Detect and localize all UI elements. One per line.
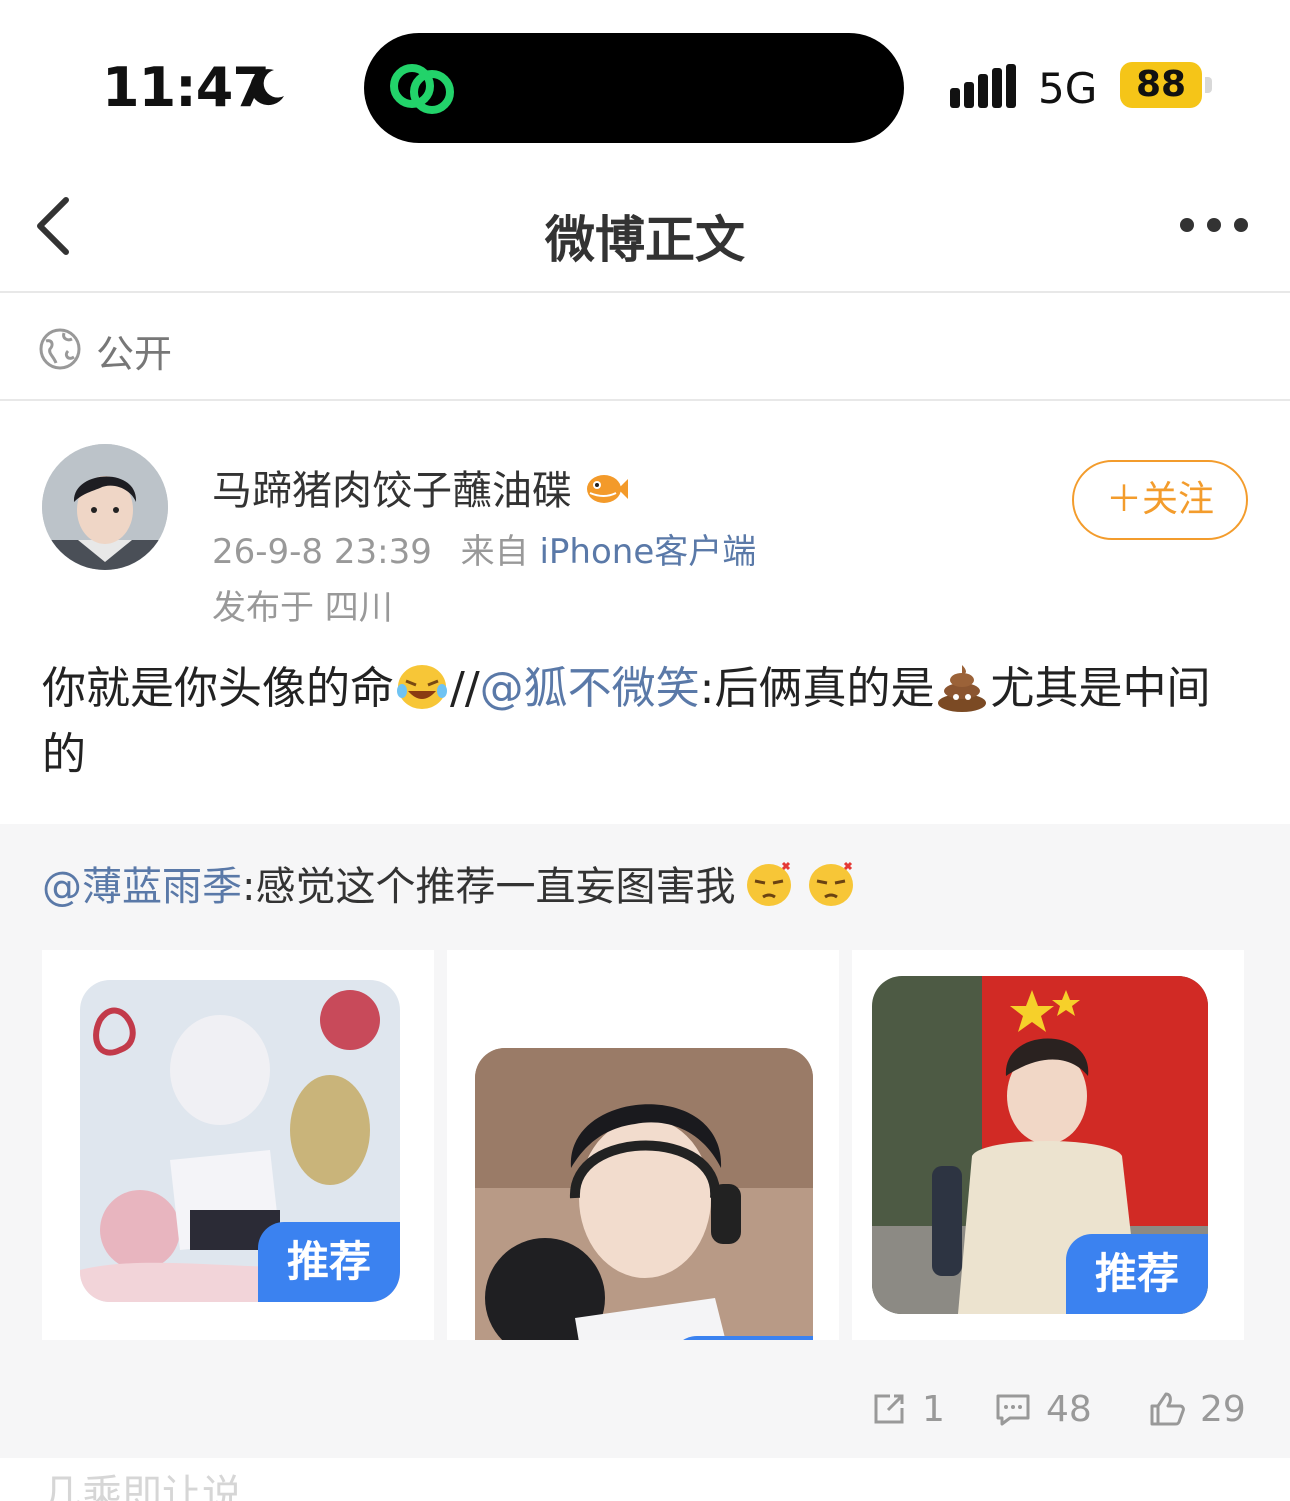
author-name[interactable]: 马蹄猪肉饺子蘸油碟	[212, 458, 572, 516]
network-type: 5G	[1038, 64, 1098, 113]
repost-count: 1	[922, 1388, 945, 1430]
avatar-image	[42, 444, 168, 570]
repost-action[interactable]: 1	[870, 1384, 945, 1434]
visibility-label: 公开	[96, 332, 173, 376]
nav-bar: 微博正文	[0, 160, 1290, 293]
battery-tip	[1205, 77, 1212, 93]
page-title: 微博正文	[545, 211, 745, 269]
comment-action[interactable]: 48	[994, 1384, 1092, 1434]
status-bar: 11:47 5G 88	[0, 0, 1290, 160]
fish-badge-icon	[587, 475, 628, 503]
annoyed-emoji-icon	[747, 861, 792, 906]
comment-icon	[996, 1394, 1030, 1426]
post-source[interactable]: iPhone客户端	[539, 532, 756, 572]
anime-artwork-image: 推荐	[80, 980, 400, 1302]
repost-separator: //	[450, 663, 480, 714]
like-action[interactable]: 29	[1148, 1384, 1246, 1434]
post-meta: 26-9-8 23:39 来自 iPhone客户端	[212, 524, 756, 573]
avatar[interactable]	[42, 444, 168, 570]
recommend-tag: 推荐	[258, 1222, 400, 1302]
post-location: 发布于 四川	[212, 588, 393, 628]
next-section-ghost-text: 几乘即让说	[42, 1472, 242, 1501]
laughing-tears-emoji-icon	[397, 665, 447, 709]
repost-image-1[interactable]: 推荐	[42, 950, 434, 1340]
globe-icon	[39, 328, 81, 370]
follow-button[interactable]: ＋关注	[1072, 460, 1248, 540]
flag-portrait-image: 推荐	[872, 976, 1208, 1314]
signal-icon	[950, 64, 1016, 108]
post-text-part-2: :后俩真的是	[699, 663, 935, 714]
more-dots-icon[interactable]	[1176, 214, 1252, 236]
recommend-tag: 推荐	[1066, 1234, 1208, 1314]
thumbs-up-icon	[1150, 1392, 1185, 1426]
mention-link[interactable]: @狐不微笑	[480, 663, 700, 714]
poop-emoji-icon	[938, 665, 987, 712]
comment-count: 48	[1046, 1388, 1092, 1430]
headphones-portrait-image: 推荐	[475, 1048, 813, 1340]
post-date: 26-9-8 23:39	[212, 532, 432, 572]
post-text: 你就是你头像的命 //@狐不微笑:后俩真的是 尤其是中间的	[42, 656, 1242, 788]
share-icon	[874, 1394, 904, 1424]
status-time: 11:47	[102, 56, 270, 119]
post-text-part-1: 你就是你头像的命	[42, 663, 394, 714]
repost-mention-link[interactable]: @薄蓝雨季	[42, 854, 242, 912]
source-prefix: 来自	[460, 532, 529, 572]
repost-image-2[interactable]: 推荐	[447, 950, 839, 1340]
recommend-tag: 推荐	[671, 1336, 813, 1340]
repost-body: :感觉这个推荐一直妄图害我	[242, 864, 736, 910]
visibility-row: 公开	[0, 295, 1290, 401]
battery-level: 88	[1120, 62, 1202, 108]
repost-card[interactable]: @薄蓝雨季 :感觉这个推荐一直妄图害我 推荐 推荐 1 48 29	[0, 824, 1290, 1458]
moon-icon	[250, 69, 284, 106]
annoyed-emoji-icon	[809, 861, 854, 906]
repost-image-3[interactable]: 推荐	[852, 950, 1244, 1340]
author-name-row: 马蹄猪肉饺子蘸油碟	[212, 458, 630, 516]
repost-text: @薄蓝雨季 :感觉这个推荐一直妄图害我	[42, 854, 859, 912]
link-app-icon	[390, 64, 454, 114]
like-count: 29	[1200, 1388, 1246, 1430]
